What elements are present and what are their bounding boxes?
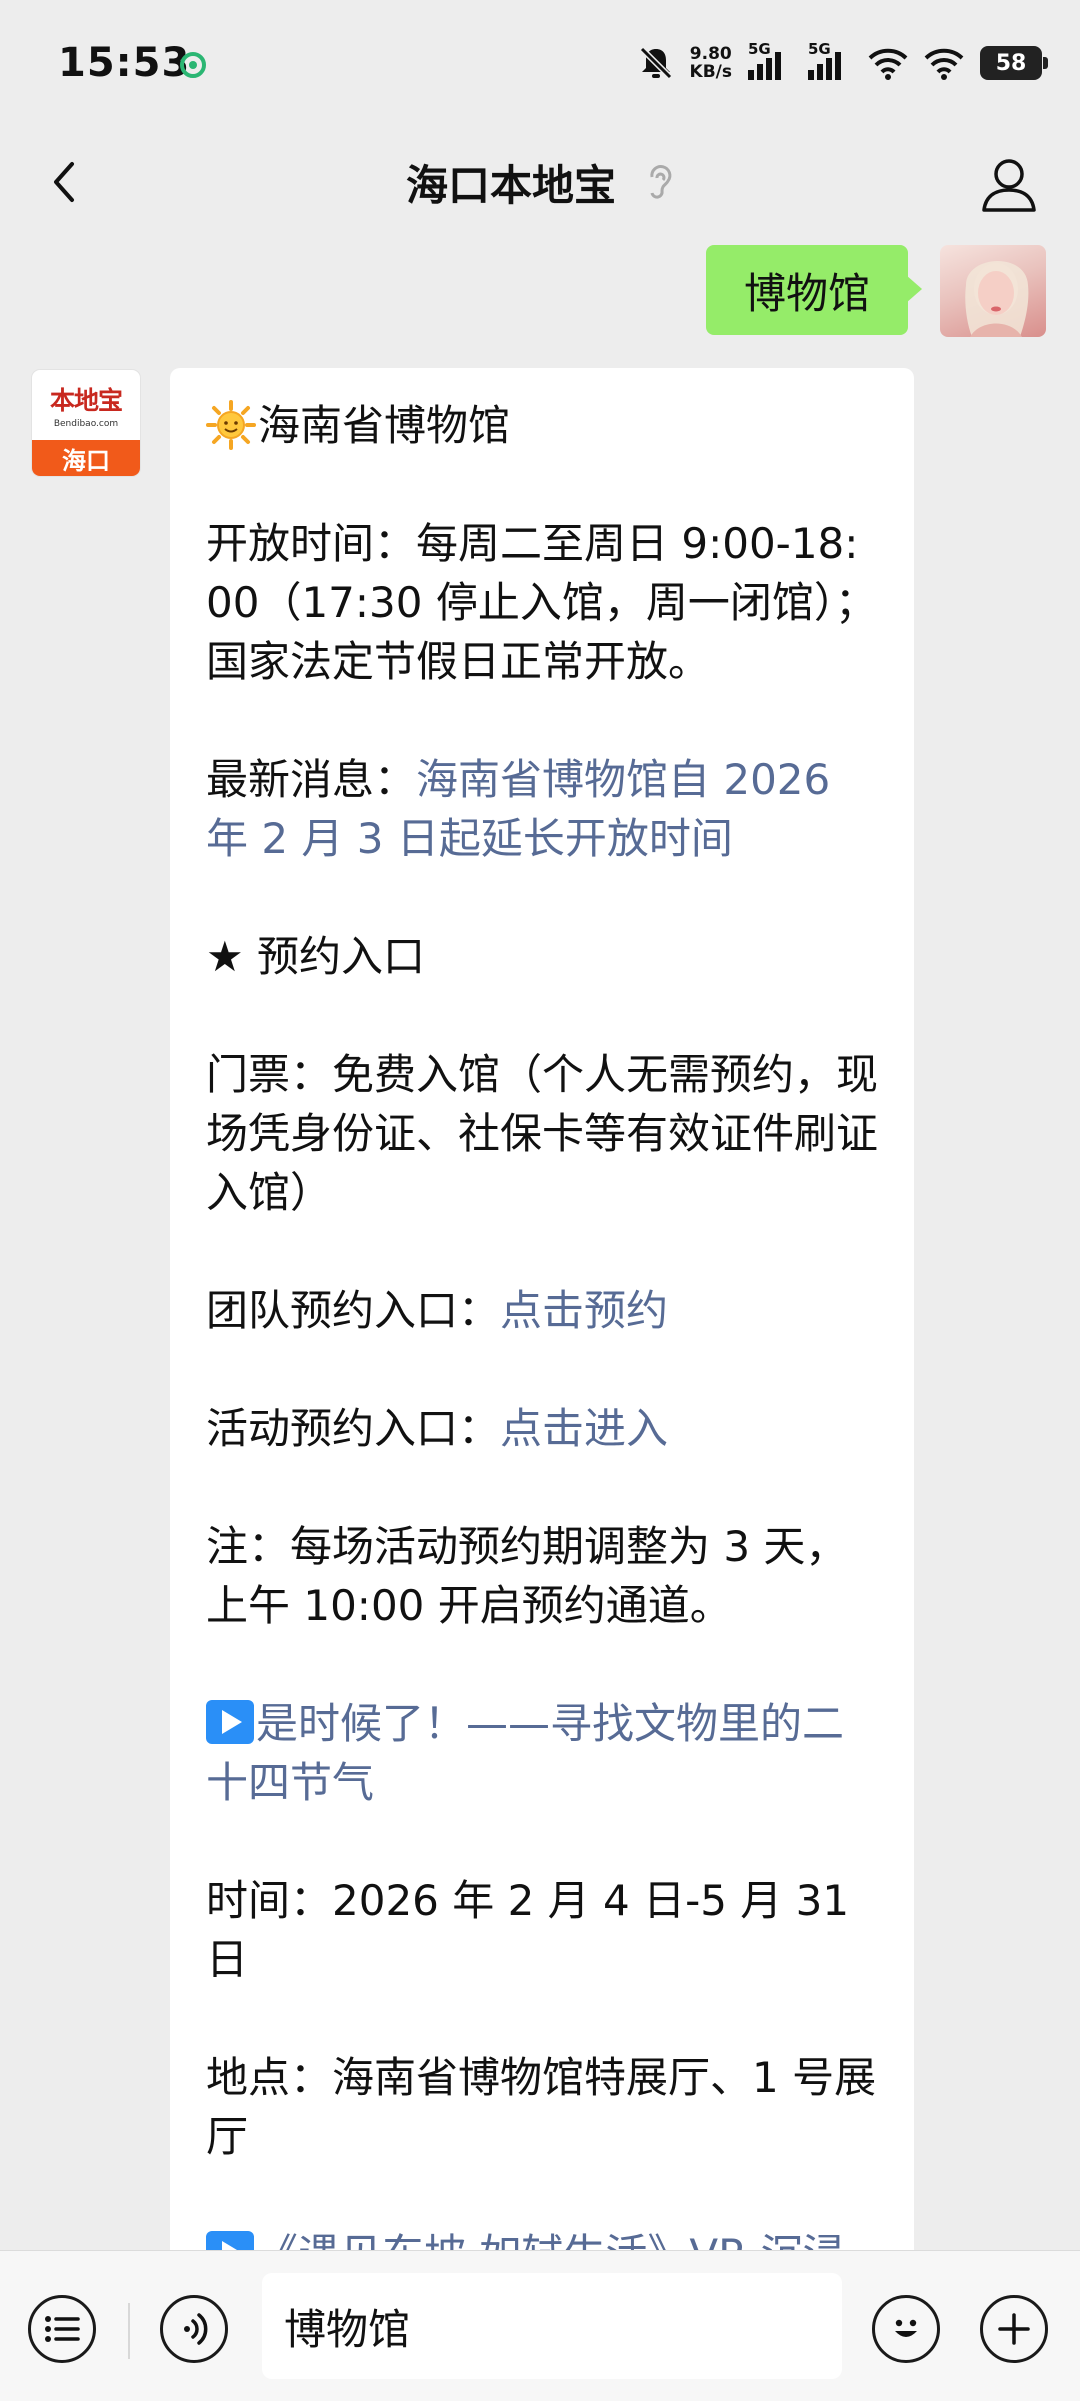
status-time: 15:53 xyxy=(58,40,191,86)
exhibition-1[interactable]: 是时候了！——寻找文物里的二十四节气 xyxy=(206,1694,880,1812)
chat-title: 海口本地宝 xyxy=(0,152,1080,213)
wifi-icon-2 xyxy=(924,48,964,80)
emoji-button[interactable] xyxy=(872,2295,940,2363)
app-notification-icon xyxy=(180,52,206,78)
bot-message-bubble: 海南省博物馆 开放时间：每周二至周日 9:00-18:00（17:30 停止入馆… xyxy=(170,368,914,2268)
bot-avatar[interactable]: 本地宝 Bendibao.com 海口 xyxy=(32,370,140,476)
status-bar: 15:53 9.80 KB/s 5G 5G 58 xyxy=(0,0,1080,130)
net-speed: 9.80 KB/s xyxy=(690,45,732,81)
battery-level: 58 xyxy=(995,50,1027,76)
group-reservation-link[interactable]: 点击预约 xyxy=(500,1286,668,1335)
exhibition-1-place: 地点：海南省博物馆特展厅、1 号展厅 xyxy=(206,2053,877,2161)
reserve-heading: ★ 预约入口 xyxy=(206,932,426,981)
reservation-note: 注：每场活动预约期调整为 3 天，上午 10:00 开启预约通道。 xyxy=(206,1522,848,1630)
user-avatar[interactable] xyxy=(940,245,1046,337)
battery-icon: 58 xyxy=(980,46,1048,80)
signal-2-icon: 5G xyxy=(808,40,852,80)
signal-1-icon: 5G xyxy=(748,40,792,80)
person-icon[interactable] xyxy=(974,150,1044,220)
signal-1-label: 5G xyxy=(748,40,771,58)
ear-icon xyxy=(650,164,672,199)
plus-button[interactable] xyxy=(980,2295,1048,2363)
bot-logo-cn: 本地宝 xyxy=(49,386,123,415)
plus-icon xyxy=(998,2313,1030,2345)
bot-logo-city: 海口 xyxy=(32,440,140,476)
user-message-text: 博物馆 xyxy=(744,268,871,318)
group-reservation-label: 团队预约入口： xyxy=(206,1286,501,1335)
voice-button[interactable] xyxy=(160,2295,228,2363)
latest-news: 最新消息：海南省博物馆自 2026 年 2 月 3 日起延长开放时间 xyxy=(206,750,880,868)
list-menu-icon xyxy=(45,2316,80,2342)
ticket-info: 门票：免费入馆（个人无需预约，现场凭身份证、社保卡等有效证件刷证入馆） xyxy=(206,1050,879,1217)
chat-input-bar xyxy=(0,2250,1080,2401)
exhibition-1-time: 时间：2026 年 2 月 4 日-5 月 31 日 xyxy=(206,1876,850,1984)
input-divider xyxy=(128,2303,130,2359)
mute-bell-icon xyxy=(639,46,672,80)
activity-reservation-label: 活动预约入口： xyxy=(206,1404,501,1453)
status-icons: 9.80 KB/s 5G 5G 58 xyxy=(638,38,1048,88)
play-button-icon xyxy=(206,1700,254,1744)
emoji-icon xyxy=(895,2319,917,2337)
wifi-icon xyxy=(868,48,908,80)
opening-hours: 开放时间：每周二至周日 9:00-18:00（17:30 停止入馆，周一闭馆）；… xyxy=(206,519,877,686)
chat-header: 海口本地宝 xyxy=(0,130,1080,242)
group-reservation: 团队预约入口：点击预约 xyxy=(206,1281,880,1340)
user-message-bubble[interactable]: 博物馆 xyxy=(706,245,923,335)
voice-icon xyxy=(184,2313,208,2345)
signal-2-label: 5G xyxy=(808,40,831,58)
chat-title-text: 海口本地宝 xyxy=(405,161,616,210)
sun-emoji-icon xyxy=(206,400,256,450)
user-avatar-image xyxy=(965,260,1029,337)
museum-title-text: 海南省博物馆 xyxy=(258,401,511,450)
message-input[interactable] xyxy=(262,2273,842,2379)
bot-logo-en: Bendibao.com xyxy=(53,419,119,429)
list-menu-button[interactable] xyxy=(28,2295,96,2363)
exhibition-1-link[interactable]: 是时候了！——寻找文物里的二十四节气 xyxy=(206,1699,844,1807)
museum-title: 海南省博物馆 xyxy=(206,396,880,455)
activity-reservation-link[interactable]: 点击进入 xyxy=(500,1404,668,1453)
news-label: 最新消息： xyxy=(206,755,417,804)
bot-logo: 本地宝 Bendibao.com xyxy=(32,370,140,440)
net-speed-unit: KB/s xyxy=(689,62,732,82)
net-speed-value: 9.80 xyxy=(689,44,732,64)
activity-reservation: 活动预约入口：点击进入 xyxy=(206,1399,880,1458)
